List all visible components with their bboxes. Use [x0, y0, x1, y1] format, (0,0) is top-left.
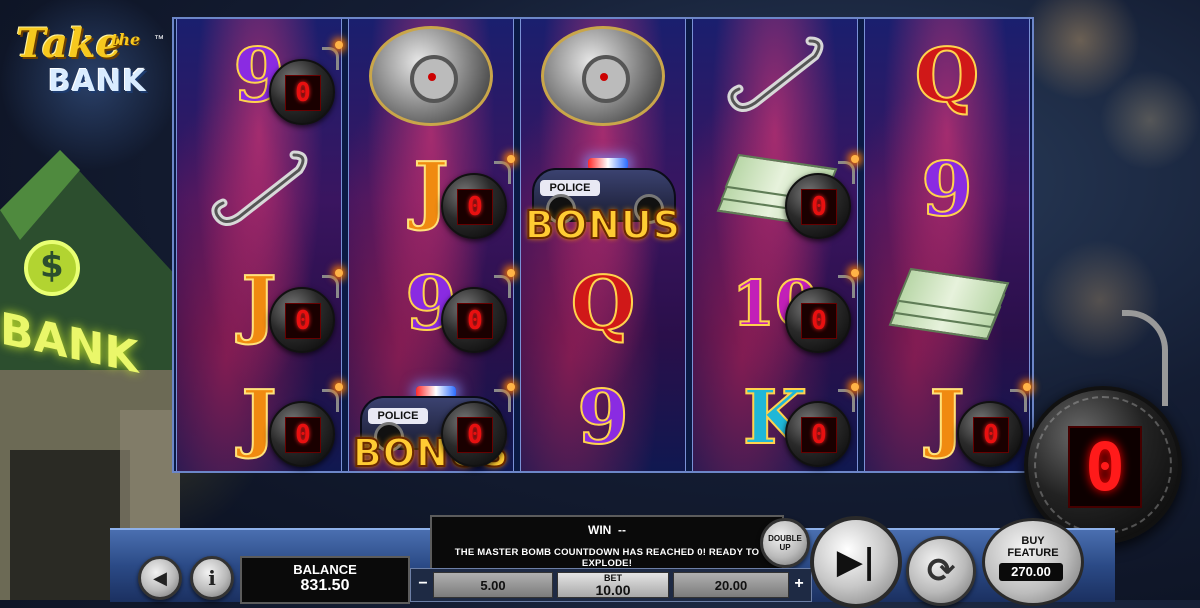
autoplay-icon: ⟳ — [926, 551, 956, 591]
reel-cell: 0 — [693, 133, 859, 247]
reel-cell — [521, 19, 685, 133]
vault-door-icon — [541, 26, 665, 126]
spin-button[interactable]: ▶| — [810, 516, 902, 608]
status-message: THE MASTER BOMB COUNTDOWN HAS REACHED 0!… — [454, 547, 760, 569]
balance-label: BALANCE — [293, 562, 357, 577]
balance-panel: BALANCE 831.50 — [240, 556, 410, 604]
bomb-icon: 0 — [785, 383, 859, 467]
bank-dollar-icon: $ — [40, 246, 64, 286]
reel-4: 0 10 0 K 0 — [692, 19, 859, 471]
bomb-counter: 0 — [801, 189, 837, 225]
symbol-9: 9 — [576, 375, 629, 461]
police-door-text: POLICE — [540, 180, 600, 196]
reel-cell: POLICE BONUS — [521, 133, 685, 248]
win-label: WIN — [588, 523, 612, 537]
reel-cell: K0 — [693, 361, 859, 475]
reel-cell — [693, 19, 857, 133]
bomb-counter: 0 — [285, 303, 321, 339]
buy-feature-price: 270.00 — [999, 563, 1063, 581]
reel-cell — [177, 133, 341, 247]
buy-feature-label: BUY FEATURE — [985, 535, 1081, 559]
buy-feature-button[interactable]: BUY FEATURE 270.00 — [982, 518, 1084, 606]
symbol-q: Q — [570, 261, 636, 347]
bomb-icon: 0 — [441, 155, 515, 239]
bomb-counter: 0 — [801, 303, 837, 339]
reel-cell: Q — [521, 247, 685, 361]
win-value: -- — [618, 523, 626, 537]
bomb-counter: 0 — [973, 417, 1009, 453]
bomb-counter: 0 — [457, 417, 493, 453]
grappling-hook-icon — [199, 145, 319, 235]
symbol-q: Q — [914, 33, 980, 119]
info-button[interactable]: i — [190, 556, 234, 600]
reel-2: J 0 9 0 POLICE BONUS 0 — [348, 19, 515, 476]
bomb-icon: 0 — [441, 269, 515, 353]
logo-bank: BANK — [48, 64, 147, 99]
bomb-icon: 0 — [269, 383, 343, 467]
reel-5: Q9J0 — [864, 19, 1031, 471]
bet-current: BET 10.00 — [557, 572, 669, 598]
reel-cell: 9 — [521, 361, 685, 475]
reel-cell: J0 — [349, 133, 515, 247]
reel-cell: J0 — [865, 361, 1031, 475]
grappling-hook-icon — [715, 31, 835, 121]
police-door-text: POLICE — [368, 408, 428, 424]
message-panel: WIN -- THE MASTER BOMB COUNTDOWN HAS REA… — [430, 515, 784, 573]
reel-grid: 9 0 J 0 J 0 J 0 9 0 POLICE BONUS 0 POLICE BONUS Q 9 0 10 0 K… — [172, 17, 1034, 476]
win-row: WIN -- — [432, 523, 782, 537]
double-up-button[interactable]: DOUBLE UP — [760, 518, 810, 568]
reel-cell: Q — [865, 19, 1029, 133]
autoplay-button[interactable]: ⟳ — [906, 536, 976, 606]
balance-value: 831.50 — [300, 577, 350, 594]
vault-door-icon — [369, 26, 493, 126]
bomb-icon: 0 — [785, 155, 859, 239]
master-bomb-counter: 0 — [1068, 426, 1142, 508]
back-button[interactable]: ◀ — [138, 556, 182, 600]
reel-cell: 9 — [865, 133, 1029, 247]
buy-feature-line2: FEATURE — [1007, 547, 1059, 559]
info-icon: i — [208, 566, 216, 590]
reel-cell — [349, 19, 513, 133]
symbol-9: 9 — [920, 147, 973, 233]
bet-decrease-button[interactable]: − — [415, 572, 431, 596]
game-logo: Take the BANK ™ — [6, 20, 166, 110]
double-up-label-2: UP — [779, 543, 791, 552]
bomb-counter: 0 — [801, 417, 837, 453]
logo-the: the — [111, 30, 141, 49]
bomb-icon: 0 — [957, 383, 1031, 467]
bomb-counter: 0 — [285, 75, 321, 111]
bomb-counter: 0 — [457, 303, 493, 339]
reel-cell: J0 — [177, 247, 343, 361]
reel-cell: POLICE BONUS 0 — [349, 361, 515, 476]
reel-cell — [865, 247, 1029, 361]
bonus-label: BONUS — [524, 202, 682, 248]
bet-option-higher[interactable]: 20.00 — [673, 572, 789, 598]
bomb-icon: 0 — [785, 269, 859, 353]
bet-option-lower[interactable]: 5.00 — [433, 572, 553, 598]
bet-value: 10.00 — [595, 581, 631, 598]
double-up-label-1: DOUBLE — [768, 534, 802, 543]
bomb-icon: 0 — [269, 269, 343, 353]
bet-increase-button[interactable]: + — [791, 572, 807, 596]
reel-cell: 90 — [177, 19, 343, 133]
reel-1: 90J0J0 — [176, 19, 343, 471]
reel-cell: 90 — [349, 247, 515, 361]
cash-stack-icon — [887, 267, 1010, 341]
reel-cell: J0 — [177, 361, 343, 475]
reel-cell: 10 0 — [693, 247, 859, 361]
bet-selector: − 5.00 BET 10.00 20.00 + — [410, 568, 812, 602]
reel-3: POLICE BONUS Q 9 — [520, 19, 686, 471]
bomb-icon: 0 — [269, 41, 343, 125]
bomb-icon: 0 — [441, 383, 515, 467]
bomb-counter: 0 — [457, 189, 493, 225]
play-skip-icon: ▶| — [836, 542, 876, 582]
bomb-counter: 0 — [285, 417, 321, 453]
logo-take: Take — [16, 20, 122, 67]
buy-feature-line1: BUY — [1021, 535, 1045, 547]
back-arrow-icon: ◀ — [153, 567, 167, 589]
logo-trademark: ™ — [154, 34, 164, 45]
